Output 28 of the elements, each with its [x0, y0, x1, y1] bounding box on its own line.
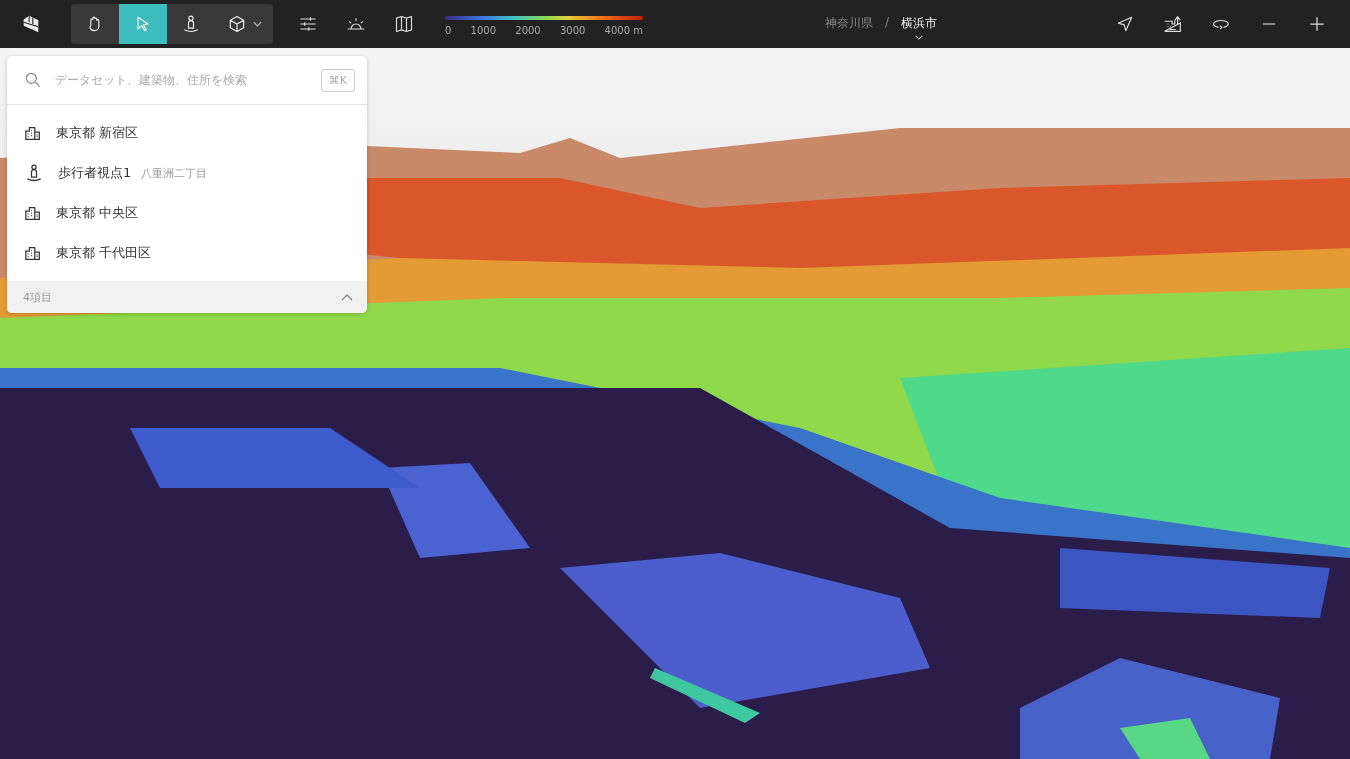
chevron-down-icon [915, 34, 924, 40]
buildings-icon [24, 204, 42, 222]
breadcrumb-link[interactable]: 神奈川県 [825, 14, 873, 32]
search-result-item[interactable]: 東京都 中央区 [7, 193, 367, 233]
search-icon [23, 70, 43, 90]
city-dropdown[interactable]: 横浜市 [901, 14, 938, 40]
legend-label: 3000 [559, 25, 586, 36]
search-result-item[interactable]: 東京都 千代田区 [7, 233, 367, 273]
buildings-icon [24, 244, 42, 262]
result-count: 4項目 [23, 289, 52, 305]
legend-label: 2000 [515, 25, 541, 36]
sliders-icon [298, 14, 318, 34]
search-result-item[interactable]: 歩行者視点1 八重洲二丁目 [7, 153, 367, 193]
buildings-icon [24, 124, 42, 142]
person-icon [181, 14, 201, 34]
plus-icon [1307, 14, 1327, 34]
person-icon [24, 163, 44, 183]
search-result-item[interactable]: 東京都 新宿区 [7, 113, 367, 153]
breadcrumb-separator: / [885, 14, 890, 29]
legend-label: 4000 m [604, 25, 643, 36]
result-detail: 八重洲二丁目 [141, 165, 208, 181]
map-icon [394, 14, 414, 34]
shortcut-key-badge: ⌘K [320, 68, 355, 92]
legend-label: 1000 [470, 25, 497, 36]
navigation-arrow-icon [1115, 14, 1135, 34]
minus-icon [1260, 23, 1278, 25]
legend-label: 0 [445, 25, 452, 36]
chevron-up-icon [341, 293, 353, 301]
